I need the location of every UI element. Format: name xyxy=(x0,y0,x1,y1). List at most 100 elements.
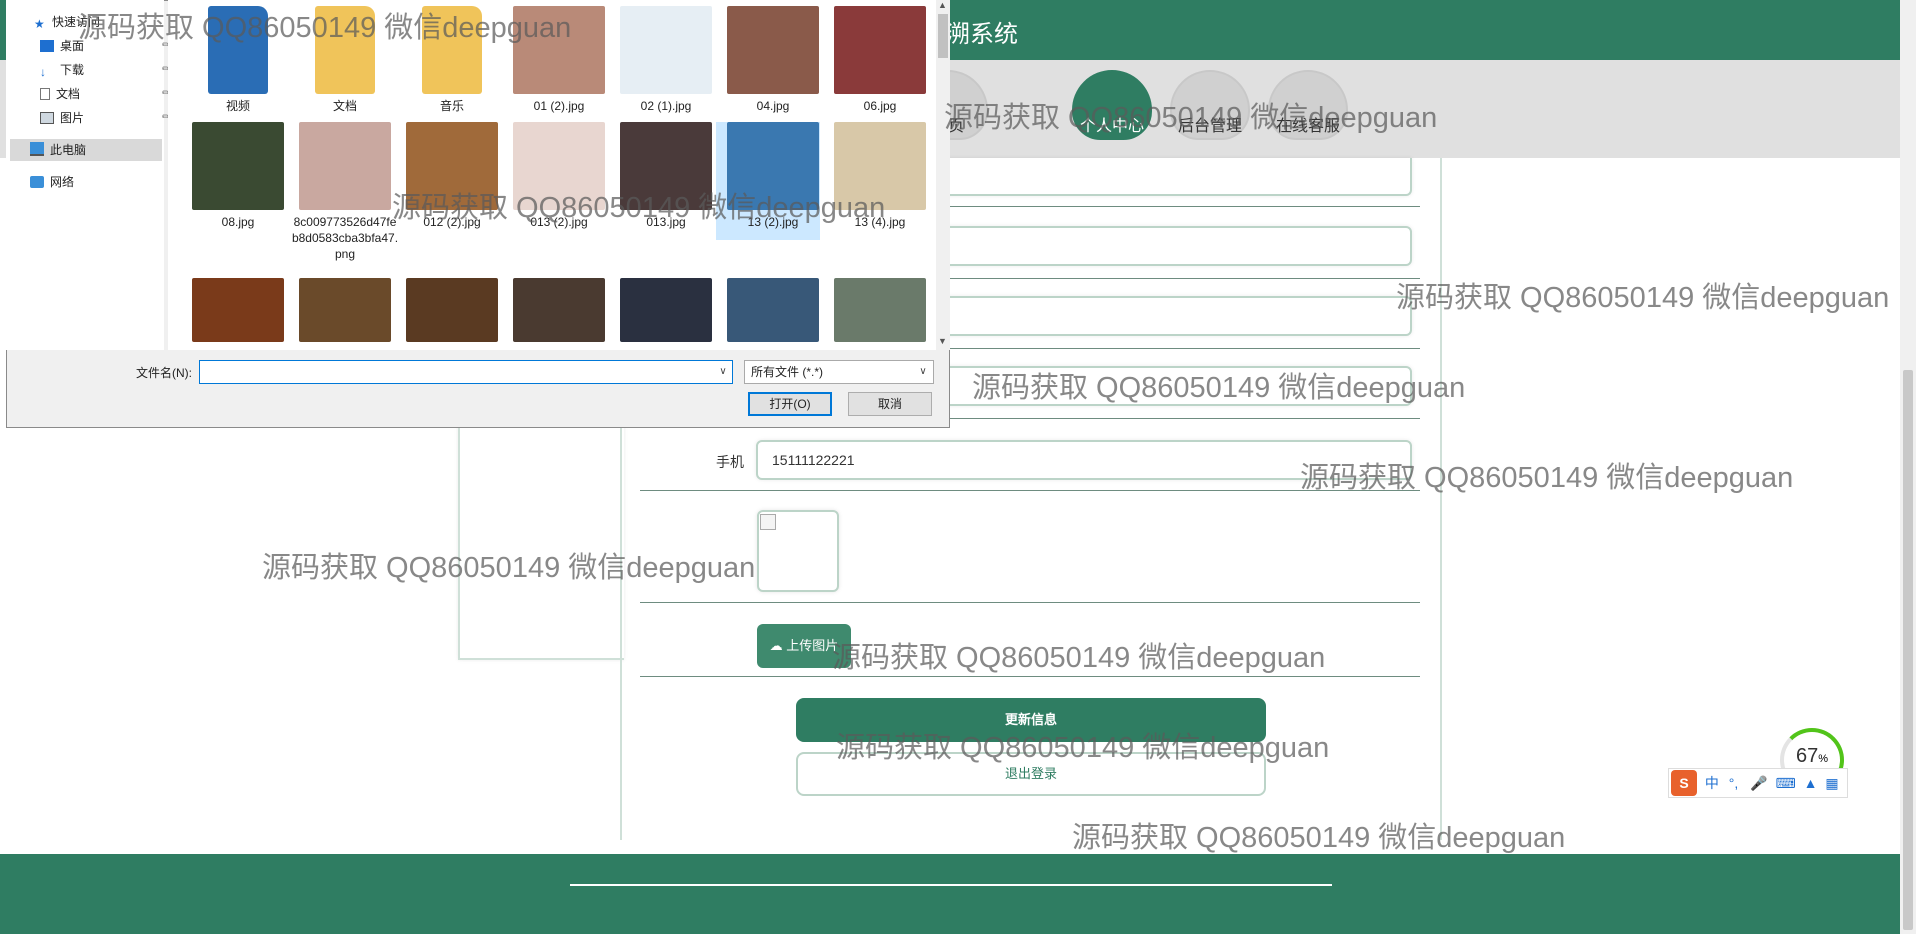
file-name: 04.jpg xyxy=(756,99,790,113)
image-thumbnail xyxy=(192,278,284,342)
open-button[interactable]: 打开(O) xyxy=(748,392,832,416)
image-thumbnail xyxy=(727,6,819,94)
phone-input[interactable]: 15111122221 xyxy=(756,440,1412,480)
nav-network[interactable]: 网络 xyxy=(30,172,74,192)
nav-item-profile[interactable]: 个人中心 xyxy=(1072,70,1152,140)
file-item[interactable]: 012 (2).jpg xyxy=(398,122,506,230)
file-name: 视频 xyxy=(225,99,250,113)
row-divider xyxy=(640,490,1420,491)
download-icon: ↓ xyxy=(40,65,46,79)
file-item[interactable] xyxy=(719,278,819,342)
page-scrollbar-thumb[interactable] xyxy=(1903,370,1913,930)
file-item[interactable] xyxy=(184,278,284,342)
image-thumbnail xyxy=(620,6,712,94)
filename-input[interactable] xyxy=(199,360,733,384)
filename-label: 文件名(N): xyxy=(136,366,192,380)
row-divider xyxy=(640,602,1420,603)
network-icon xyxy=(30,176,44,188)
image-thumbnail xyxy=(727,122,819,210)
ime-toolbar[interactable]: S 中 °, 🎤 ⌨ ▲ ▦ xyxy=(1668,768,1848,798)
phone-label: 手机 xyxy=(716,454,744,470)
image-thumbnail xyxy=(834,278,926,342)
file-item[interactable] xyxy=(505,278,605,342)
image-thumbnail xyxy=(406,278,498,342)
upload-button-label: 上传图片 xyxy=(786,638,839,653)
nav-pictures[interactable]: 图片 ✏ xyxy=(40,108,170,128)
network-label: 网络 xyxy=(50,175,75,189)
logout-button[interactable]: 退出登录 xyxy=(796,752,1266,796)
cloud-upload-icon: ☁ xyxy=(769,638,783,653)
file-item[interactable] xyxy=(612,278,712,342)
apps-grid-icon[interactable]: ▦ xyxy=(1825,775,1838,791)
file-item[interactable]: 013 (2).jpg xyxy=(505,122,613,230)
site-footer xyxy=(0,854,1916,934)
image-thumbnail xyxy=(727,278,819,342)
image-thumbnail xyxy=(513,122,605,210)
file-item[interactable]: 04.jpg xyxy=(719,6,827,114)
file-item[interactable]: 13 (2).jpg xyxy=(719,122,827,230)
form-panel-border-right xyxy=(1440,158,1442,840)
picture-icon xyxy=(40,112,54,124)
watermark: 源码获取 QQ86050149 微信deepguan xyxy=(1396,282,1890,314)
pictures-label: 图片 xyxy=(60,111,85,125)
file-item[interactable] xyxy=(291,278,391,342)
ime-logo: S xyxy=(1671,770,1697,796)
file-name: 音乐 xyxy=(439,99,464,113)
folder-item[interactable]: 文档 xyxy=(291,6,399,114)
image-thumbnail xyxy=(299,122,391,210)
file-item[interactable]: 01 (2).jpg xyxy=(505,6,613,114)
ime-punctuation-toggle[interactable]: °, xyxy=(1729,775,1739,791)
folder-item[interactable]: 音乐 xyxy=(398,6,506,114)
image-thumbnail xyxy=(834,122,926,210)
file-item[interactable]: 06.jpg xyxy=(826,6,934,114)
ime-language-toggle[interactable]: 中 xyxy=(1705,775,1719,791)
file-item[interactable]: 13 (4).jpg xyxy=(826,122,934,230)
upload-image-button[interactable]: ☁ 上传图片 xyxy=(757,624,851,668)
desktop-icon xyxy=(40,40,54,52)
file-item[interactable]: 8c009773526d47feb8d0583cba3bfa47.png xyxy=(291,122,399,262)
image-thumbnail xyxy=(299,278,391,342)
row-divider xyxy=(640,676,1420,677)
nav-documents[interactable]: 文档 ✏ xyxy=(40,84,170,104)
nav-desktop[interactable]: 桌面 ✏ xyxy=(40,36,170,56)
file-name: 013 (2).jpg xyxy=(530,215,588,229)
nav-downloads[interactable]: ↓ 下载 ✏ xyxy=(40,60,170,80)
folder-icon xyxy=(315,6,375,94)
scroll-up-arrow-icon[interactable]: ▲ xyxy=(938,0,947,10)
chevron-down-icon[interactable]: ∨ xyxy=(716,362,730,382)
folder-item[interactable]: 视频 xyxy=(184,6,292,114)
image-thumbnail xyxy=(406,122,498,210)
image-thumbnail xyxy=(192,122,284,210)
skin-shirt-icon[interactable]: ▲ xyxy=(1804,775,1818,791)
downloads-label: 下载 xyxy=(60,63,85,77)
folder-icon xyxy=(208,6,268,94)
nav-item-service[interactable]: 在线客服 xyxy=(1268,70,1348,140)
watermark: 源码获取 QQ86050149 微信deepguan xyxy=(1072,822,1566,854)
nav-item-admin[interactable]: 后台管理 xyxy=(1170,70,1250,140)
quick-access-label: 快速访问 xyxy=(52,15,101,29)
file-item[interactable]: 08.jpg xyxy=(184,122,292,230)
gauge-value: 67 xyxy=(1795,745,1819,767)
file-name: 013.jpg xyxy=(646,215,686,229)
scroll-down-arrow-icon[interactable]: ▼ xyxy=(938,336,947,346)
watermark: 源码获取 QQ86050149 微信deepguan xyxy=(832,642,1326,674)
dialog-scrollbar-thumb[interactable] xyxy=(938,14,948,58)
image-thumbnail xyxy=(513,278,605,342)
nav-quick-access[interactable]: ★ 快速访问 xyxy=(34,12,100,32)
file-item[interactable] xyxy=(398,278,498,342)
chevron-down-icon[interactable]: ∨ xyxy=(916,362,930,382)
this-pc-label: 此电脑 xyxy=(50,143,87,157)
document-icon xyxy=(40,88,50,100)
cancel-button[interactable]: 取消 xyxy=(848,392,932,416)
file-item[interactable]: 013.jpg xyxy=(612,122,720,230)
microphone-icon[interactable]: 🎤 xyxy=(1750,775,1767,791)
keyboard-icon[interactable]: ⌨ xyxy=(1776,775,1796,791)
file-name: 文档 xyxy=(332,99,357,113)
filetype-select[interactable]: 所有文件 (*.*) xyxy=(744,360,934,384)
nav-this-pc[interactable]: 此电脑 xyxy=(30,140,86,160)
star-icon: ★ xyxy=(34,17,45,31)
file-item[interactable]: 02 (1).jpg xyxy=(612,6,720,114)
documents-label: 文档 xyxy=(56,87,81,101)
file-item[interactable] xyxy=(826,278,926,342)
update-info-button[interactable]: 更新信息 xyxy=(796,698,1266,742)
